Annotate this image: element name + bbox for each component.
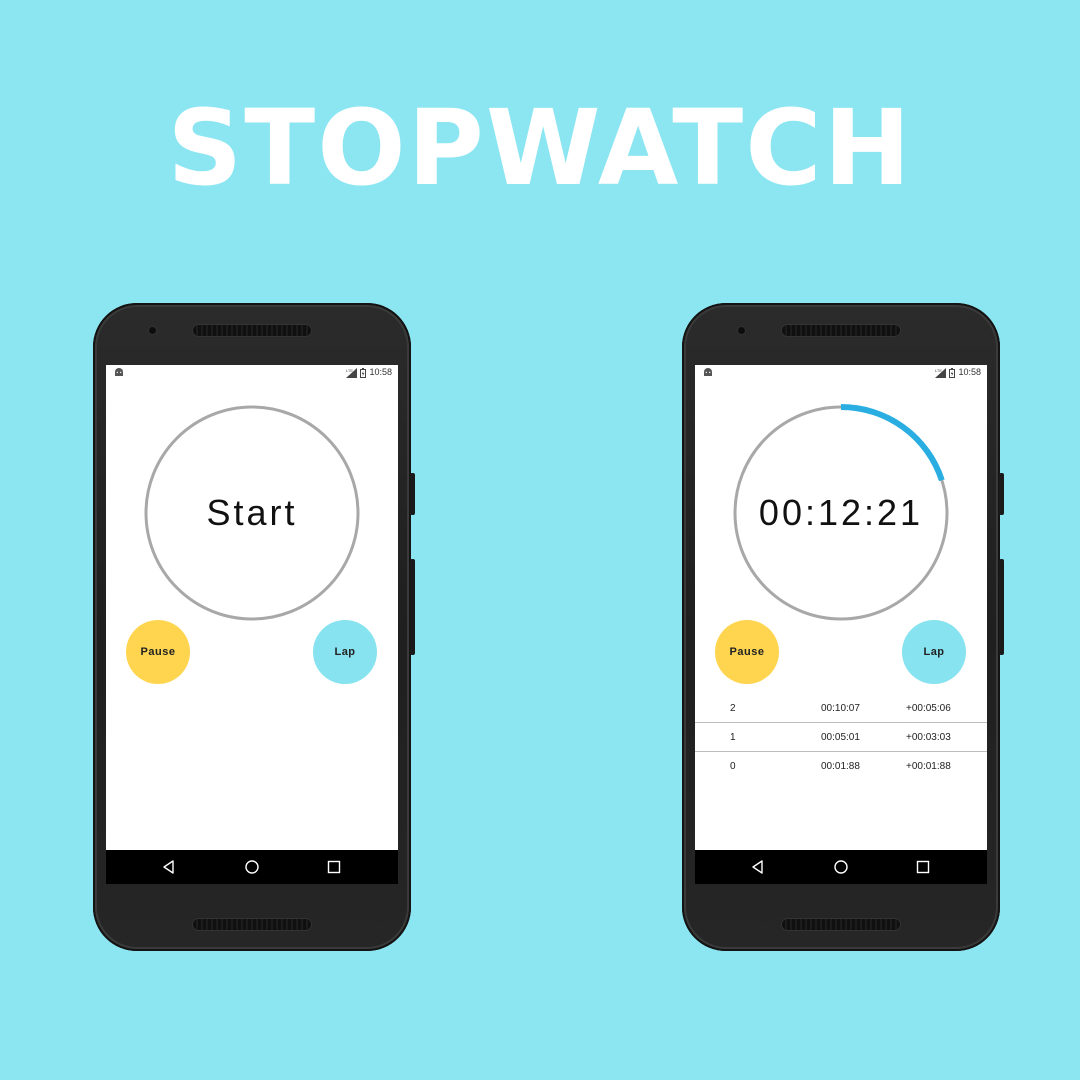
lap-split-time: +00:05:06 xyxy=(906,703,951,714)
earpiece-speaker xyxy=(782,325,900,336)
lap-list: 2 00:10:07 +00:05:06 1 00:05:01 +00:03:0… xyxy=(695,694,987,781)
status-time: 10:58 xyxy=(958,367,981,377)
power-key xyxy=(999,473,1004,515)
recent-apps-icon[interactable] xyxy=(915,859,931,875)
svg-text:LTE: LTE xyxy=(346,368,353,373)
pause-button[interactable]: Pause xyxy=(126,620,190,684)
back-icon[interactable] xyxy=(161,859,177,875)
status-time: 10:58 xyxy=(369,367,392,377)
navigation-bar xyxy=(695,850,987,884)
lap-total-time: 00:01:88 xyxy=(821,761,860,772)
signal-icon: LTE xyxy=(346,367,358,378)
status-bar: LTE 10:58 xyxy=(106,365,398,381)
lap-button[interactable]: Lap xyxy=(902,620,966,684)
battery-icon xyxy=(949,367,956,378)
volume-key xyxy=(999,559,1004,655)
dial-label: Start xyxy=(206,492,298,533)
lap-number: 1 xyxy=(730,732,736,743)
elapsed-time: 00:12:21 xyxy=(758,492,924,533)
stopwatch-banner-title: STOPWATCH xyxy=(167,87,913,209)
battery-icon xyxy=(360,367,367,378)
recent-apps-icon[interactable] xyxy=(326,859,342,875)
lap-split-time: +00:03:03 xyxy=(906,732,951,743)
home-icon[interactable] xyxy=(833,859,849,875)
stopwatch-dial[interactable]: 00:12:21 xyxy=(732,404,950,622)
lap-total-time: 00:05:01 xyxy=(821,732,860,743)
phone-screen: LTE 10:58 00:12:21 Pause Lap 2 00:10:07 … xyxy=(695,365,987,884)
bottom-speaker xyxy=(193,919,311,930)
front-camera xyxy=(149,327,156,334)
status-bar: LTE 10:58 xyxy=(695,365,987,381)
bottom-speaker xyxy=(782,919,900,930)
signal-icon: LTE xyxy=(935,367,947,378)
volume-key xyxy=(410,559,415,655)
back-icon[interactable] xyxy=(750,859,766,875)
pause-button[interactable]: Pause xyxy=(715,620,779,684)
svg-text:LTE: LTE xyxy=(935,368,942,373)
android-icon xyxy=(115,368,123,376)
android-icon xyxy=(704,368,712,376)
stopwatch-dial[interactable]: Start xyxy=(143,404,361,622)
lap-number: 0 xyxy=(730,761,736,772)
lap-row: 2 00:10:07 +00:05:06 xyxy=(695,694,987,723)
phone-screen: LTE 10:58 Start Pause Lap xyxy=(106,365,398,884)
lap-row: 1 00:05:01 +00:03:03 xyxy=(695,723,987,752)
navigation-bar xyxy=(106,850,398,884)
lap-split-time: +00:01:88 xyxy=(906,761,951,772)
front-camera xyxy=(738,327,745,334)
lap-row: 0 00:01:88 +00:01:88 xyxy=(695,752,987,781)
phone-mockup-running: LTE 10:58 00:12:21 Pause Lap 2 00:10:07 … xyxy=(682,303,1004,951)
lap-total-time: 00:10:07 xyxy=(821,703,860,714)
power-key xyxy=(410,473,415,515)
phone-mockup-start: LTE 10:58 Start Pause Lap xyxy=(93,303,415,951)
lap-number: 2 xyxy=(730,703,736,714)
earpiece-speaker xyxy=(193,325,311,336)
home-icon[interactable] xyxy=(244,859,260,875)
lap-button[interactable]: Lap xyxy=(313,620,377,684)
